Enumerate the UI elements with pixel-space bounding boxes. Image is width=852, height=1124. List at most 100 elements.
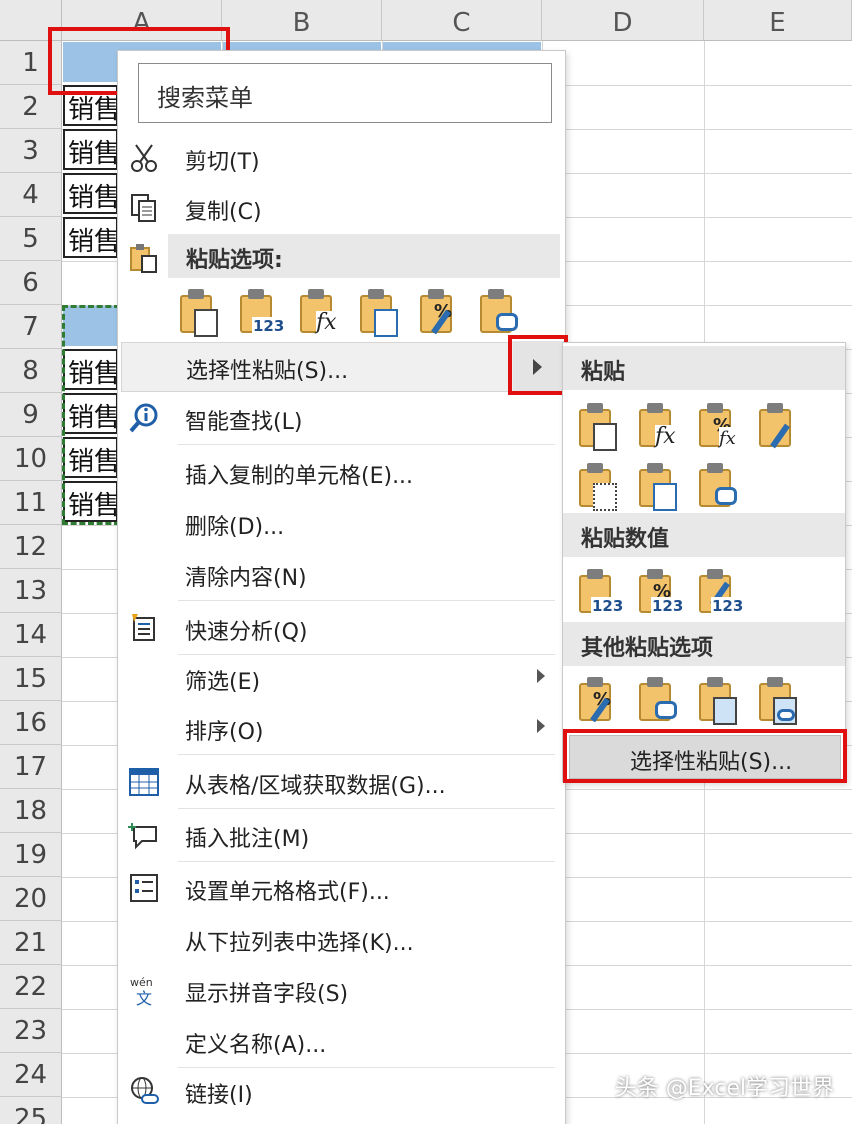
define-name-label: 定义名称(A)... [185, 1033, 327, 1058]
paste-linked-picture-icon[interactable] [757, 675, 801, 725]
get-data-from-table-label: 从表格/区域获取数据(G)... [185, 774, 446, 799]
paste-keep-source-format-icon[interactable] [757, 401, 801, 451]
column-header-c[interactable]: C [382, 0, 542, 41]
menu-item-define-name[interactable]: 定义名称(A)... [118, 1017, 565, 1067]
row-header-19[interactable]: 19 [0, 833, 62, 877]
menu-item-smart-lookup[interactable]: 智能查找(L) [118, 394, 565, 444]
row-header-22[interactable]: 22 [0, 965, 62, 1009]
menu-item-get-data-from-table[interactable]: 从表格/区域获取数据(G)... [118, 758, 565, 808]
paste-picture-icon[interactable] [697, 675, 741, 725]
paste-icon [128, 242, 160, 274]
row-header-12[interactable]: 12 [0, 525, 62, 569]
row-header-18[interactable]: 18 [0, 789, 62, 833]
paste-formulas-icon[interactable]: fx [637, 401, 681, 451]
menu-item-insert-comment[interactable]: 插入批注(M) [118, 811, 565, 861]
column-header-d[interactable]: D [542, 0, 704, 41]
insert-comment-label: 插入批注(M) [185, 827, 310, 852]
menu-item-insert-copied-cells[interactable]: 插入复制的单元格(E)... [118, 448, 565, 498]
paste-link-icon[interactable] [637, 675, 681, 725]
paste-all-icon[interactable] [577, 401, 621, 451]
row-header-4[interactable]: 4 [0, 173, 62, 217]
paste-formatting-icon[interactable]: % [577, 675, 621, 725]
paste-transpose-icon[interactable] [697, 461, 741, 511]
chevron-right-icon [537, 719, 545, 733]
row-header-21[interactable]: 21 [0, 921, 62, 965]
paste-values-source-format-icon[interactable]: 123 [697, 567, 745, 617]
submenu-paste-values-header-label: 粘贴数值 [581, 527, 670, 552]
format-cells-icon [128, 872, 160, 904]
submenu-paste-header: 粘贴 [563, 346, 845, 390]
submenu-paste-header-label: 粘贴 [581, 360, 626, 385]
paste-link-icon[interactable] [478, 287, 522, 337]
row-header-13[interactable]: 13 [0, 569, 62, 613]
row-header-9[interactable]: 9 [0, 393, 62, 437]
paste-formulas-number-format-icon[interactable]: % fx [697, 401, 741, 451]
phonetic-wen-icon: wén 文 [128, 974, 160, 1008]
show-phonetic-label: 显示拼音字段(S) [185, 982, 349, 1007]
column-header-b[interactable]: B [222, 0, 382, 41]
new-comment-icon [128, 819, 160, 851]
menu-item-format-cells[interactable]: 设置单元格格式(F)... [118, 864, 565, 914]
menu-item-cut[interactable]: 剪切(T) [118, 134, 565, 184]
search-menu-placeholder: 搜索菜单 [157, 84, 253, 112]
menu-item-link[interactable]: 链接(I) [118, 1067, 565, 1117]
svg-text:wén: wén [130, 976, 153, 989]
insert-copied-cells-label: 插入复制的单元格(E)... [185, 464, 414, 489]
paste-options-header-label: 粘贴选项: [186, 248, 283, 273]
column-header-e[interactable]: E [704, 0, 852, 41]
cell-a4-text: 销售 [68, 183, 118, 213]
menu-item-paste-special[interactable]: 选择性粘贴(S)... [121, 342, 565, 392]
paste-options-header: 粘贴选项: [168, 234, 560, 278]
submenu-other-paste-header-label: 其他粘贴选项 [581, 636, 714, 661]
row-header-25[interactable]: 25 [0, 1097, 62, 1124]
menu-item-quick-analysis[interactable]: 快速分析(Q) [118, 604, 565, 654]
menu-item-clear-contents[interactable]: 清除内容(N) [118, 550, 565, 600]
row-header-17[interactable]: 17 [0, 745, 62, 789]
menu-item-show-phonetic[interactable]: wén 文 显示拼音字段(S) [118, 966, 565, 1016]
menu-item-sort[interactable]: 排序(O) [118, 704, 565, 754]
menu-item-filter[interactable]: 筛选(E) [118, 654, 565, 704]
paste-values-icon[interactable]: 123 [238, 287, 286, 337]
filter-label: 筛选(E) [185, 670, 261, 695]
row-header-24[interactable]: 24 [0, 1053, 62, 1097]
menu-item-copy[interactable]: 复制(C) [118, 184, 565, 234]
menu-item-pick-from-dropdown[interactable]: 从下拉列表中选择(K)... [118, 915, 565, 965]
row-header-14[interactable]: 14 [0, 613, 62, 657]
paste-values-icon[interactable]: 123 [577, 567, 625, 617]
row-header-7[interactable]: 7 [0, 305, 62, 349]
quick-analysis-label: 快速分析(Q) [185, 620, 308, 645]
highlight-submenu-arrow [508, 335, 568, 395]
paste-keep-column-widths-icon[interactable] [637, 461, 681, 511]
menu-item-delete[interactable]: 删除(D)... [118, 499, 565, 549]
copy-label: 复制(C) [185, 200, 262, 225]
globe-link-icon [128, 1075, 160, 1107]
copy-icon [128, 192, 160, 224]
row-header-6[interactable]: 6 [0, 261, 62, 305]
row-header-5[interactable]: 5 [0, 217, 62, 261]
paste-special-submenu: 粘贴 fx %fx 粘贴数值 123 %123 123 其他粘贴选项 % 选择性… [562, 342, 847, 783]
link-label: 链接(I) [185, 1083, 253, 1108]
row-header-16[interactable]: 16 [0, 701, 62, 745]
smart-lookup-label: 智能查找(L) [185, 410, 303, 435]
paste-formulas-icon[interactable]: fx [298, 287, 342, 337]
paste-formatting-icon[interactable]: % [418, 287, 462, 337]
cut-label: 剪切(T) [185, 150, 260, 175]
row-header-8[interactable]: 8 [0, 349, 62, 393]
submenu-other-paste-header: 其他粘贴选项 [563, 622, 845, 666]
row-header-23[interactable]: 23 [0, 1009, 62, 1053]
row-header-10[interactable]: 10 [0, 437, 62, 481]
clear-contents-label: 清除内容(N) [185, 566, 307, 591]
pick-from-dropdown-label: 从下拉列表中选择(K)... [185, 931, 414, 956]
cell-a5-text: 销售 [68, 227, 118, 257]
row-header-20[interactable]: 20 [0, 877, 62, 921]
paste-transpose-icon[interactable] [358, 287, 402, 337]
paste-icon[interactable] [178, 287, 222, 337]
paste-no-borders-icon[interactable] [577, 461, 621, 511]
highlight-paste-special-button [563, 729, 847, 783]
delete-label: 删除(D)... [185, 515, 285, 540]
row-header-11[interactable]: 11 [0, 481, 62, 525]
paste-values-number-format-icon[interactable]: % 123 [637, 567, 685, 617]
row-header-3[interactable]: 3 [0, 129, 62, 173]
search-menu-input[interactable]: 搜索菜单 [138, 63, 552, 123]
row-header-15[interactable]: 15 [0, 657, 62, 701]
